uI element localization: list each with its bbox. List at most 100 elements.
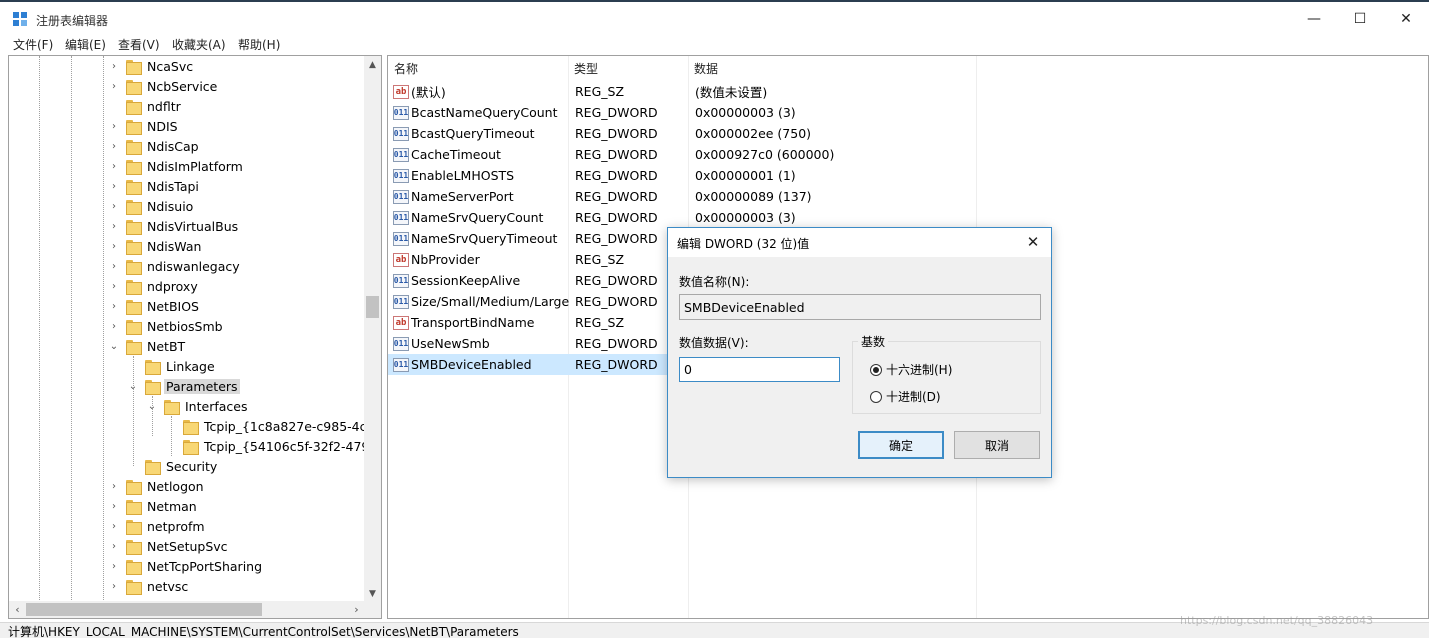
tree-item[interactable]: › NcaSvc — [109, 56, 195, 76]
column-header-type[interactable]: 类型 — [568, 56, 688, 80]
expand-arrow-icon[interactable]: › — [109, 256, 119, 276]
value-data: (数值未设置) — [695, 85, 768, 100]
horizontal-scroll-thumb[interactable] — [26, 603, 262, 616]
value-row[interactable]: ab (默认) REG_SZ (数值未设置) — [388, 81, 1428, 102]
tree-item[interactable]: › Ndisuio — [109, 196, 195, 216]
close-button[interactable]: ✕ — [1383, 4, 1429, 34]
tree-item[interactable]: Security — [128, 456, 219, 476]
scroll-up-icon[interactable]: ▲ — [364, 56, 381, 73]
folder-icon — [125, 279, 142, 295]
collapse-arrow-icon[interactable]: ⌄ — [109, 336, 119, 356]
cancel-button[interactable]: 取消 — [954, 431, 1040, 459]
tree-item[interactable]: ndfltr — [109, 96, 183, 116]
tree-item[interactable]: › netvsc — [109, 576, 190, 596]
tree-item-label: NDIS — [147, 118, 178, 134]
tree-item[interactable]: › NdisTapi — [109, 176, 201, 196]
value-row[interactable]: 011 CacheTimeout REG_DWORD 0x000927c0 (6000… — [388, 144, 1428, 165]
column-header-data[interactable]: 数据 — [688, 56, 976, 80]
value-type: REG_DWORD — [575, 273, 658, 288]
menu-file[interactable]: 文件(F) — [13, 36, 53, 53]
menu-favorites[interactable]: 收藏夹(A) — [172, 36, 226, 53]
tree-item[interactable]: › NetBIOS — [109, 296, 201, 316]
vertical-scroll-thumb[interactable] — [366, 296, 379, 318]
scroll-right-icon[interactable]: › — [348, 601, 365, 618]
value-row[interactable]: 011 NameSrvQueryCount REG_DWORD 0x00000003 … — [388, 207, 1428, 228]
dword-value-icon: 011 — [393, 210, 409, 225]
expand-arrow-icon[interactable]: › — [109, 136, 119, 156]
ok-button[interactable]: 确定 — [858, 431, 944, 459]
dialog-close-icon[interactable]: ✕ — [1021, 231, 1045, 253]
expand-arrow-icon[interactable]: › — [109, 536, 119, 556]
tree-item[interactable]: ⌄ NetBT — [109, 336, 187, 356]
tree-item[interactable]: ⌄ Parameters — [128, 376, 240, 396]
expand-arrow-icon[interactable]: › — [109, 496, 119, 516]
tree-horizontal-scrollbar[interactable]: ‹ › — [9, 601, 365, 618]
expand-arrow-icon[interactable]: › — [109, 176, 119, 196]
tree-item[interactable]: › ndproxy — [109, 276, 200, 296]
tree-item[interactable]: › NdisWan — [109, 236, 203, 256]
value-data-input[interactable]: 0 — [679, 357, 840, 382]
value-type: REG_SZ — [575, 252, 625, 267]
scroll-down-icon[interactable]: ▼ — [364, 585, 381, 602]
radio-decimal[interactable]: 十进制(D) — [870, 388, 941, 405]
tree-item[interactable]: Linkage — [128, 356, 217, 376]
tree-item[interactable]: › NetTcpPortSharing — [109, 556, 264, 576]
tree-item[interactable]: › NetbiosSmb — [109, 316, 225, 336]
value-data: 0x000002ee (750) — [695, 126, 812, 141]
expand-arrow-icon[interactable]: › — [109, 196, 119, 216]
expand-arrow-icon[interactable]: › — [109, 296, 119, 316]
tree-item[interactable]: › ndiswanlegacy — [109, 256, 242, 276]
tree-vertical-scrollbar[interactable]: ▲ ▼ — [364, 56, 381, 602]
minimize-button[interactable]: — — [1291, 4, 1337, 34]
column-header-name[interactable]: 名称 — [388, 56, 568, 80]
menu-help[interactable]: 帮助(H) — [238, 36, 280, 53]
expand-arrow-icon[interactable]: › — [109, 476, 119, 496]
value-name: BcastNameQueryCount — [411, 105, 558, 120]
tree-item[interactable]: › NdisVirtualBus — [109, 216, 240, 236]
expand-arrow-icon[interactable]: › — [109, 56, 119, 76]
value-row[interactable]: 011 BcastNameQueryCount REG_DWORD 0x0000000… — [388, 102, 1428, 123]
tree-item[interactable]: › Netlogon — [109, 476, 206, 496]
expand-arrow-icon[interactable]: › — [109, 516, 119, 536]
expand-arrow-icon[interactable]: › — [109, 76, 119, 96]
value-name: (默认) — [411, 85, 446, 100]
tree-item[interactable]: › NcbService — [109, 76, 219, 96]
expand-arrow-icon[interactable]: › — [109, 316, 119, 336]
tree-item[interactable]: ⌄ Interfaces — [147, 396, 249, 416]
tree-item[interactable]: › netprofm — [109, 516, 207, 536]
tree-item[interactable]: Tcpip_{54106c5f-32f2-4797- — [166, 436, 365, 456]
value-row[interactable]: 011 NameServerPort REG_DWORD 0x00000089 (13… — [388, 186, 1428, 207]
registry-tree[interactable]: › NcaSvc › NcbService ndfltr › NDIS › NdisCap › Nd… — [8, 55, 382, 619]
scroll-left-icon[interactable]: ‹ — [9, 601, 26, 618]
tree-item[interactable]: › Netman — [109, 496, 199, 516]
expand-arrow-icon[interactable]: › — [109, 116, 119, 136]
tree-item[interactable]: Tcpip_{1c8a827e-c985-4cdd — [166, 416, 365, 436]
title-bar[interactable]: 注册表编辑器 — ☐ ✕ — [0, 4, 1429, 34]
tree-item[interactable]: › NetSetupSvc — [109, 536, 230, 556]
expand-arrow-icon[interactable]: › — [109, 156, 119, 176]
tree-item[interactable]: › NDIS — [109, 116, 180, 136]
expand-arrow-icon[interactable]: › — [109, 216, 119, 236]
dialog-title-bar[interactable]: 编辑 DWORD (32 位)值 ✕ — [668, 228, 1051, 257]
value-name-field: SMBDeviceEnabled — [679, 294, 1041, 320]
radio-hexadecimal[interactable]: 十六进制(H) — [870, 361, 952, 378]
expand-arrow-icon[interactable]: › — [109, 556, 119, 576]
tree-item-label: NcbService — [147, 78, 218, 94]
expand-arrow-icon[interactable]: › — [109, 576, 119, 596]
base-group-title: 基数 — [858, 333, 889, 350]
menu-edit[interactable]: 编辑(E) — [65, 36, 106, 53]
dword-value-icon: 011 — [393, 126, 409, 141]
expand-arrow-icon[interactable]: › — [109, 276, 119, 296]
folder-icon — [163, 399, 180, 415]
tree-item[interactable]: › NdisImPlatform — [109, 156, 245, 176]
menu-view[interactable]: 查看(V) — [118, 36, 160, 53]
tree-item-label: NetTcpPortSharing — [147, 558, 263, 574]
expand-arrow-icon[interactable]: › — [109, 236, 119, 256]
watermark-text: https://blog.csdn.net/qq_38826043 — [1180, 614, 1374, 627]
value-row[interactable]: 011 EnableLMHOSTS REG_DWORD 0x00000001 (1) — [388, 165, 1428, 186]
tree-guide-line — [152, 396, 153, 436]
value-row[interactable]: 011 BcastQueryTimeout REG_DWORD 0x000002ee … — [388, 123, 1428, 144]
tree-item[interactable]: › NdisCap — [109, 136, 201, 156]
maximize-button[interactable]: ☐ — [1337, 4, 1383, 34]
tree-item-label: netvsc — [147, 578, 189, 594]
